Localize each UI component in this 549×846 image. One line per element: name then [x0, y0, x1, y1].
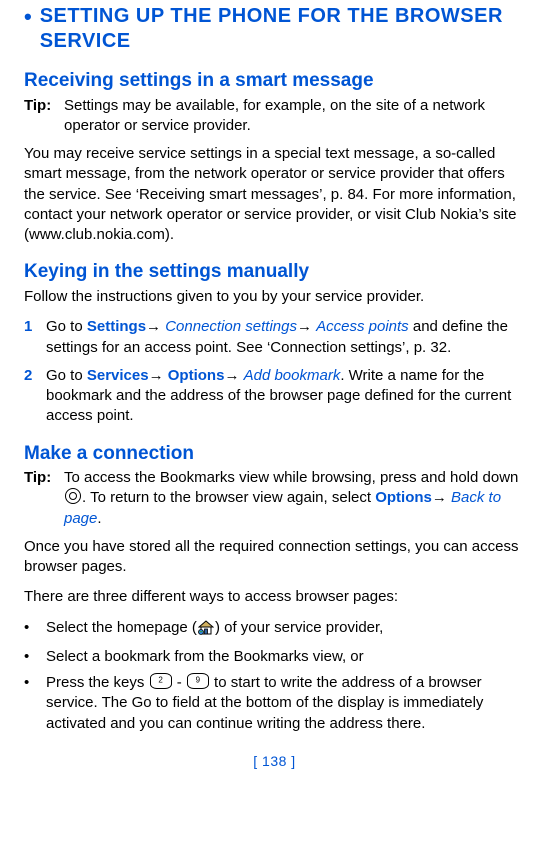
- step-number-2: 2: [24, 366, 46, 386]
- key-2-icon: [150, 673, 172, 689]
- arrow-icon: →: [432, 489, 447, 506]
- menu-options: Options: [375, 489, 432, 506]
- tip-label: Tip:: [24, 96, 64, 116]
- text: ) of your service provider,: [215, 619, 383, 636]
- key-9-icon: [187, 673, 209, 689]
- text: .: [97, 510, 101, 527]
- step-1-body: Go to Settings→ Connection settings→ Acc…: [46, 317, 525, 358]
- text: Go to: [46, 318, 87, 335]
- text: Press the keys: [46, 674, 149, 691]
- bullet-3: Press the keys - to start to write the a…: [46, 673, 525, 734]
- page-title: SETTING UP THE PHONE FOR THE BROWSER SER…: [40, 4, 525, 54]
- page-number: [ 138 ]: [24, 752, 525, 771]
- sec3-para2: There are three different ways to access…: [24, 587, 525, 607]
- text: -: [173, 674, 186, 691]
- center-key-icon: [65, 488, 81, 504]
- section-receiving-title: Receiving settings in a smart message: [24, 68, 525, 94]
- section-make-connection-title: Make a connection: [24, 441, 525, 467]
- sec1-para: You may receive service settings in a sp…: [24, 144, 525, 245]
- section-keying-title: Keying in the settings manually: [24, 259, 525, 285]
- text: . To return to the browser view again, s…: [82, 489, 375, 506]
- bullet-icon: •: [24, 673, 46, 693]
- step-number-1: 1: [24, 317, 46, 337]
- text: Select the homepage (: [46, 619, 197, 636]
- menu-settings: Settings: [87, 318, 146, 335]
- menu-connection-settings: Connection settings: [165, 318, 297, 335]
- step-2-body: Go to Services→ Options→ Add bookmark. W…: [46, 366, 525, 427]
- arrow-icon: →: [297, 318, 312, 335]
- arrow-icon: →: [149, 367, 164, 384]
- menu-access-points: Access points: [316, 318, 409, 335]
- sec3-para1: Once you have stored all the required co…: [24, 537, 525, 578]
- bullet-2: Select a bookmark from the Bookmarks vie…: [46, 647, 525, 667]
- sec2-intro: Follow the instructions given to you by …: [24, 287, 525, 307]
- text: To access the Bookmarks view while brows…: [64, 469, 518, 486]
- arrow-icon: →: [146, 318, 161, 335]
- menu-options: Options: [168, 367, 225, 384]
- menu-services: Services: [87, 367, 149, 384]
- tip-body: Settings may be available, for example, …: [64, 96, 525, 137]
- text: Go to: [46, 367, 87, 384]
- bullet-icon: •: [24, 618, 46, 638]
- bullet-1: Select the homepage ( ) of your service p…: [46, 618, 525, 641]
- menu-add-bookmark: Add bookmark: [244, 367, 341, 384]
- bullet-icon: •: [24, 647, 46, 667]
- arrow-icon: →: [224, 367, 239, 384]
- home-icon: [198, 620, 214, 641]
- h1-bullet: •: [24, 4, 32, 30]
- tip-body: To access the Bookmarks view while brows…: [64, 468, 525, 529]
- tip-label: Tip:: [24, 468, 64, 488]
